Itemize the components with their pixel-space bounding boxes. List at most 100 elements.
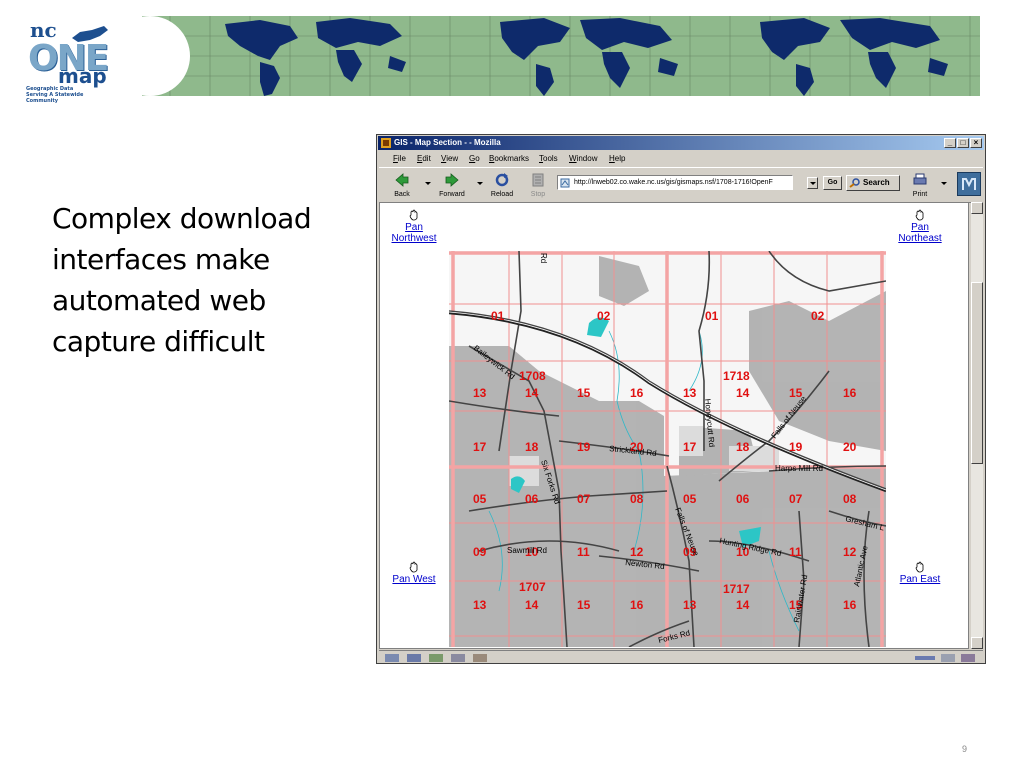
logo-map-text: map: [58, 64, 107, 88]
maximize-button[interactable]: □: [957, 138, 969, 148]
pan-east-link[interactable]: Pan East: [892, 561, 948, 585]
map-grid-label: 15: [577, 598, 591, 612]
map-grid-label: 14: [525, 386, 539, 400]
page-icon: [560, 178, 570, 188]
status-bar: [379, 650, 983, 664]
slide-page-number: 9: [962, 744, 968, 754]
menu-bar: File Edit View Go Bookmarks Tools Window…: [379, 152, 979, 166]
forward-button[interactable]: Forward: [433, 170, 471, 200]
map-grid-label: 16: [843, 386, 857, 400]
menu-edit[interactable]: Edit: [417, 152, 431, 166]
hand-pointer-icon: [409, 209, 418, 221]
window-titlebar[interactable]: GIS - Map Section - - Mozilla _ □ ×: [378, 136, 984, 150]
pan-west-link[interactable]: Pan West: [386, 561, 442, 585]
pan-northwest-label-1: Pan: [405, 222, 423, 233]
search-button[interactable]: Search: [846, 175, 900, 191]
menu-go[interactable]: Go: [469, 152, 480, 166]
map-grid-label: 11: [789, 545, 802, 559]
menu-window[interactable]: Window: [569, 152, 597, 166]
map-grid-label: 15: [577, 386, 591, 400]
map-grid-label: 08: [843, 492, 857, 506]
mozilla-app-icon: [381, 138, 391, 148]
menu-tools[interactable]: Tools: [539, 152, 558, 166]
navigation-toolbar: Back Forward Reload Stop http://lnweb02.…: [379, 167, 983, 203]
map-grid-label: 05: [473, 492, 487, 506]
map-grid-label: 12: [843, 545, 857, 559]
map-grid-label: 14: [525, 598, 539, 612]
pan-east-label: Pan East: [899, 574, 941, 585]
map-grid-label: 16: [630, 598, 644, 612]
road-label: Harps Mill Rd: [775, 464, 823, 473]
search-icon: [849, 178, 860, 188]
menu-help[interactable]: Help: [609, 152, 625, 166]
search-label: Search: [863, 178, 890, 187]
stop-icon: [532, 173, 544, 187]
scroll-up-button[interactable]: [971, 202, 983, 214]
back-button[interactable]: Back: [383, 170, 421, 200]
stop-button[interactable]: Stop: [519, 170, 557, 200]
map-grid-label: 13: [473, 598, 487, 612]
gis-map-image[interactable]: 01 02 01 02 13 14 15 16 13 14 15 16 17 1…: [449, 251, 886, 647]
map-grid-label: 12: [630, 545, 644, 559]
map-grid-label: 16: [843, 598, 857, 612]
pan-northwest-link[interactable]: Pan Northwest: [388, 209, 440, 244]
page-content: Pan Northwest Pan Northeast Pan West Pan…: [379, 202, 969, 649]
map-grid-label: 17: [473, 440, 487, 454]
slide-bullet-text: Complex download interfaces make automat…: [52, 202, 312, 358]
url-history-dropdown[interactable]: [807, 177, 818, 189]
map-section-label: 1708: [519, 369, 546, 383]
stop-label: Stop: [530, 191, 546, 198]
back-arrow-icon: [395, 173, 409, 187]
mozilla-throbber-icon[interactable]: [957, 172, 981, 196]
url-text: http://lnweb02.co.wake.nc.us/gis/gismaps…: [574, 179, 773, 186]
menu-bookmarks[interactable]: Bookmarks: [489, 152, 529, 166]
scroll-thumb[interactable]: [971, 282, 983, 464]
logo-tagline: Geographic Data Serving A Statewide Comm…: [26, 86, 84, 104]
world-map-banner: [140, 16, 980, 96]
map-grid-label: 02: [597, 309, 611, 323]
print-button[interactable]: Print: [901, 170, 939, 200]
map-grid-label: 05: [683, 492, 697, 506]
forward-arrow-icon: [445, 173, 459, 187]
map-grid-label: 08: [630, 492, 644, 506]
map-grid-label: 16: [630, 386, 644, 400]
printer-icon: [913, 173, 927, 185]
scroll-down-button[interactable]: [971, 637, 983, 649]
pan-northeast-label-1: Pan: [911, 222, 929, 233]
reload-button[interactable]: Reload: [483, 170, 521, 200]
hand-pointer-icon: [915, 561, 924, 573]
mozilla-browser-window: GIS - Map Section - - Mozilla _ □ × File…: [376, 134, 986, 664]
map-grid-label: 14: [736, 598, 750, 612]
map-grid-label: 19: [577, 440, 591, 454]
security-status-icons[interactable]: [915, 653, 979, 663]
map-section-label: 1707: [519, 580, 546, 594]
forward-label: Forward: [439, 191, 465, 198]
menu-file[interactable]: File: [393, 152, 406, 166]
close-button[interactable]: ×: [970, 138, 982, 148]
map-grid-label: 20: [843, 440, 857, 454]
map-grid-label: 11: [577, 545, 590, 559]
map-grid-label: 01: [491, 309, 505, 323]
menu-view[interactable]: View: [441, 152, 458, 166]
map-grid-label: 09: [473, 545, 487, 559]
map-grid-label: 13: [683, 386, 697, 400]
url-input[interactable]: http://lnweb02.co.wake.nc.us/gis/gismaps…: [557, 175, 793, 190]
component-bar-icons[interactable]: [385, 653, 495, 663]
map-grid-label: 06: [736, 492, 750, 506]
reload-label: Reload: [490, 191, 514, 198]
print-dropdown[interactable]: [941, 182, 947, 185]
map-grid-label: 18: [736, 440, 750, 454]
back-history-dropdown[interactable]: [425, 182, 431, 185]
map-grid-label: 06: [525, 492, 539, 506]
go-button[interactable]: Go: [823, 176, 842, 190]
map-grid-label: 19: [789, 440, 803, 454]
map-grid-label: 14: [736, 386, 750, 400]
pan-northeast-link[interactable]: Pan Northeast: [892, 209, 948, 244]
minimize-button[interactable]: _: [944, 138, 956, 148]
map-section-label: 1718: [723, 369, 750, 383]
vertical-scrollbar[interactable]: [971, 202, 983, 649]
map-grid-label: 13: [683, 598, 697, 612]
map-grid-label: 07: [789, 492, 803, 506]
hand-pointer-icon: [409, 561, 418, 573]
road-label: Sawmill Rd: [507, 546, 547, 555]
